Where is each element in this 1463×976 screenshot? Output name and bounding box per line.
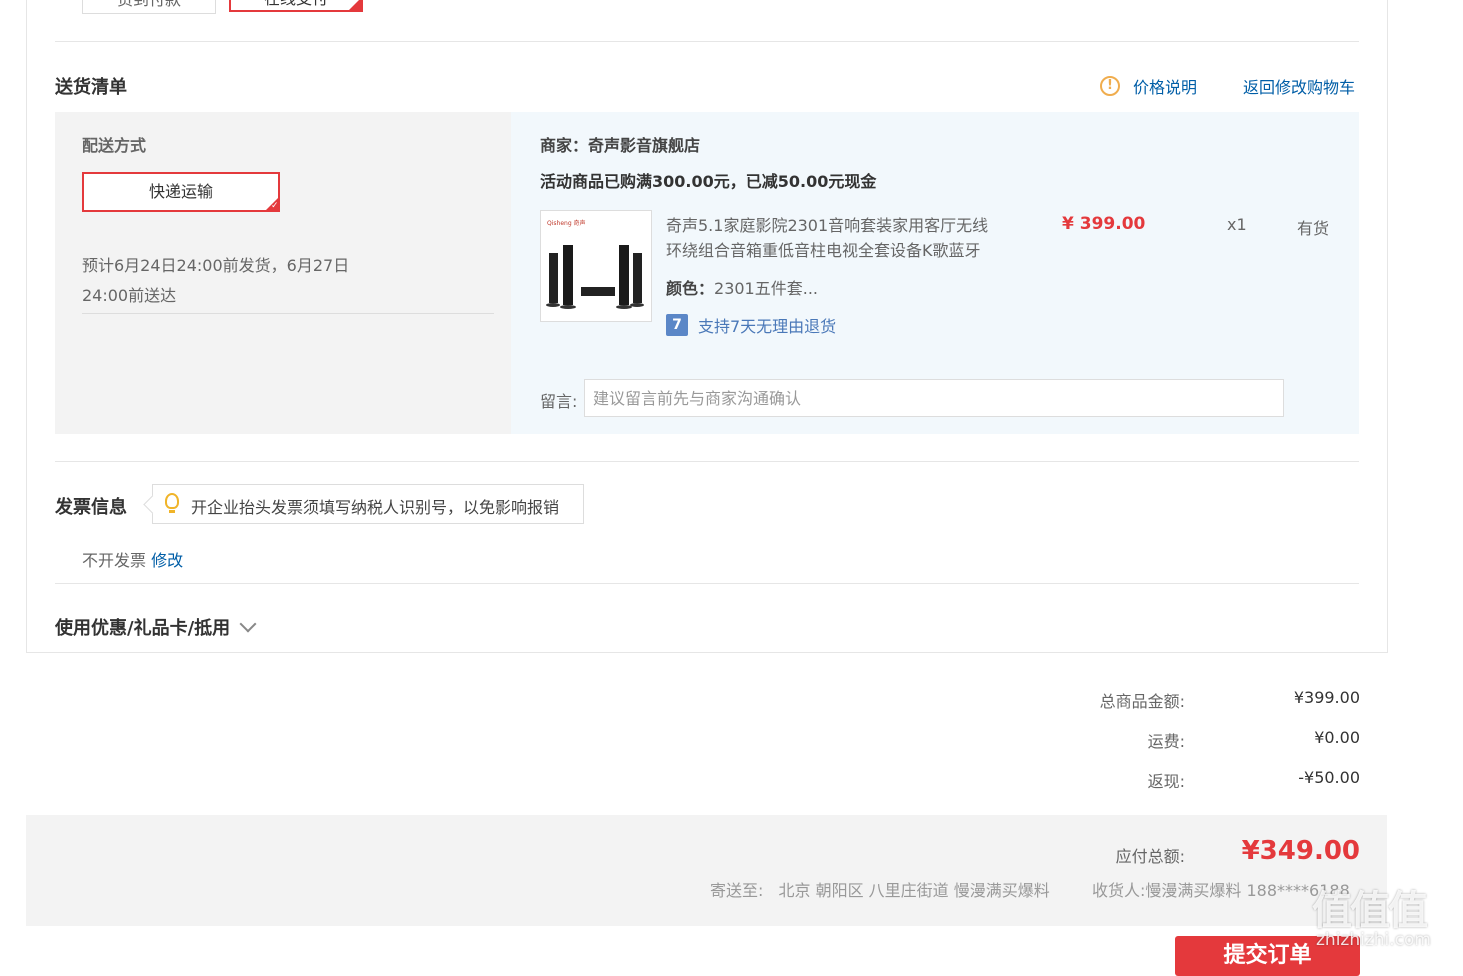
message-label: 留言: — [540, 392, 578, 411]
product-title-line1[interactable]: 奇声5.1家庭影院2301音响套装家用客厅无线 — [666, 212, 988, 236]
shipping-option-express[interactable]: 快递运输 ✓ — [82, 172, 280, 212]
divider — [82, 313, 494, 314]
payable-total-label: 应付总额: — [1115, 847, 1185, 866]
check-icon: ✓ — [264, 196, 280, 212]
divider — [55, 41, 1359, 42]
product-title-line2[interactable]: 环绕组合音箱重低音柱电视全套设备K歌蓝牙 — [666, 237, 981, 261]
price-note-link[interactable]: ! 价格说明 — [1100, 74, 1197, 98]
color-label: 颜色： — [666, 279, 715, 298]
coupon-section-title: 使用优惠/礼品卡/抵用 — [55, 618, 231, 639]
goods-total-value: ¥399.00 — [1293, 688, 1360, 707]
return-policy: 7 支持7天无理由退货 — [666, 313, 836, 337]
chevron-down-icon — [239, 615, 257, 633]
color-value: 2301五件套... — [714, 279, 818, 298]
payment-option-cod[interactable]: 货到付款 — [82, 0, 216, 14]
price-note-label: 价格说明 — [1133, 78, 1198, 97]
return-policy-label: 支持7天无理由退货 — [698, 317, 837, 336]
cashback-label: 返现: — [1147, 772, 1185, 791]
svg-text:Qisheng 奇声: Qisheng 奇声 — [547, 219, 586, 227]
speaker-set-image: Qisheng 奇声 — [546, 219, 644, 309]
lightbulb-base-icon — [169, 510, 175, 513]
payable-total-value: ¥349.00 — [1241, 836, 1360, 866]
divider — [55, 461, 1359, 462]
order-total-bar — [26, 815, 1387, 926]
selected-corner-icon — [349, 0, 361, 10]
watermark-logo: 值值值 — [1312, 888, 1428, 934]
shipping-fee-value: ¥0.00 — [1314, 728, 1360, 747]
watermark-url: zhizhizhi.com — [1316, 930, 1431, 950]
payment-option-online-label: 在线支付 — [231, 0, 361, 9]
shipping-option-label: 快递运输 — [148, 182, 213, 201]
delivery-estimate-line1: 预计6月24日24:00前发货，6月27日 — [82, 256, 350, 275]
invoice-tip: 开企业抬头发票须填写纳税人识别号，以免影响报销 — [143, 484, 584, 524]
back-to-cart-link[interactable]: 返回修改购物车 — [1243, 74, 1355, 98]
lightbulb-icon — [165, 493, 179, 509]
shipping-address: 寄送至: 北京 朝阳区 八里庄街道 慢漫满买爆料 — [710, 877, 1050, 901]
divider — [55, 583, 1359, 584]
seven-day-return-icon: 7 — [666, 314, 688, 336]
receiver-label: 收货人: — [1092, 881, 1146, 900]
product-quantity: x1 — [1227, 215, 1247, 234]
goods-total-label: 总商品金额: — [1099, 692, 1185, 711]
address-value: 北京 朝阳区 八里庄街道 慢漫满买爆料 — [778, 881, 1050, 900]
delivery-estimate-line2: 24:00前送达 — [82, 286, 177, 305]
product-color: 颜色：2301五件套... — [666, 275, 818, 299]
delivery-section-title: 送货清单 — [55, 77, 127, 98]
shipping-method-label: 配送方式 — [82, 136, 147, 155]
product-image[interactable]: Qisheng 奇声 — [540, 210, 652, 322]
merchant-name: 商家：奇声影音旗舰店 — [540, 136, 701, 155]
invoice-status: 不开发票 修改 — [82, 547, 183, 571]
coupon-toggle[interactable]: 使用优惠/礼品卡/抵用 — [55, 614, 257, 640]
cashback-value: -¥50.00 — [1298, 768, 1360, 787]
warning-icon: ! — [1100, 76, 1120, 96]
invoice-edit-link[interactable]: 修改 — [151, 551, 183, 570]
promo-text: 活动商品已购满300.00元，已减50.00元现金 — [540, 172, 877, 191]
stock-status: 有货 — [1297, 219, 1330, 238]
invoice-status-text: 不开发票 — [82, 551, 147, 570]
invoice-tip-text: 开企业抬头发票须填写纳税人识别号，以免影响报销 — [191, 498, 560, 517]
shipping-fee-label: 运费: — [1147, 732, 1185, 751]
payment-option-online[interactable]: 在线支付 — [229, 0, 363, 12]
message-input[interactable] — [584, 379, 1284, 417]
address-label: 寄送至: — [710, 881, 764, 900]
payment-option-cod-label: 货到付款 — [83, 0, 215, 10]
invoice-section-title: 发票信息 — [55, 497, 127, 518]
product-price: ¥ 399.00 — [1062, 214, 1146, 234]
